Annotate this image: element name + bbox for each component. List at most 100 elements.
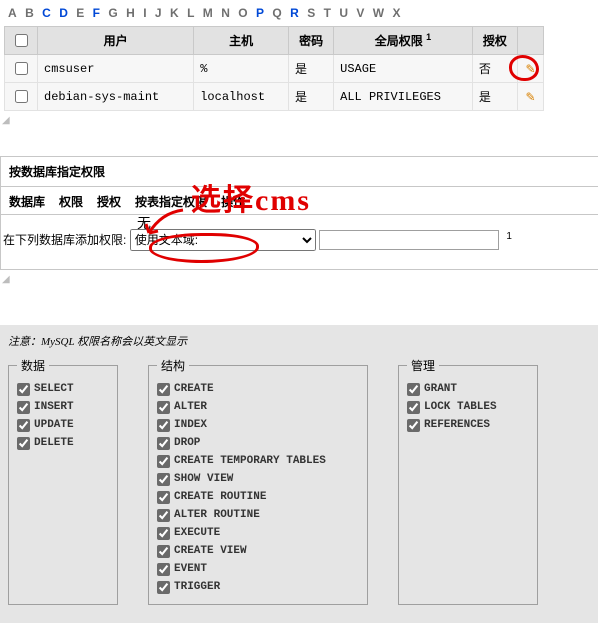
priv-checkbox[interactable]: [407, 383, 420, 396]
priv-label: SELECT: [34, 380, 74, 398]
priv-item[interactable]: SELECT: [17, 380, 107, 398]
priv-item[interactable]: EXECUTE: [157, 524, 357, 542]
cell-password: 是: [289, 83, 334, 111]
priv-item[interactable]: LOCK TABLES: [407, 398, 527, 416]
priv-item[interactable]: CREATE TEMPORARY TABLES: [157, 452, 357, 470]
priv-group-struct: 结构 CREATEALTERINDEXDROPCREATE TEMPORARY T…: [148, 357, 368, 605]
alphabet-letter-s: S: [307, 6, 315, 20]
cell-host: localhost: [194, 83, 289, 111]
users-header-host: 主机: [194, 27, 289, 55]
alphabet-letter-r[interactable]: R: [290, 6, 299, 20]
table-row: cmsuser%是USAGE否✎: [5, 55, 544, 83]
priv-checkbox[interactable]: [17, 419, 30, 432]
priv-checkbox[interactable]: [157, 437, 170, 450]
db-priv-section: 按数据库指定权限 数据库权限授权按表指定权限操作 无 在下列数据库添加权限: 使…: [0, 156, 598, 270]
db-priv-add-label: 在下列数据库添加权限:: [1, 231, 126, 248]
alphabet-letter-d[interactable]: D: [59, 6, 68, 20]
privileges-note: 注意：MySQL 权限名称会以英文显示: [8, 333, 590, 349]
db-priv-select[interactable]: 使用文本域:: [130, 229, 316, 251]
alphabet-letter-u: U: [339, 6, 348, 20]
priv-label: UPDATE: [34, 416, 74, 434]
privileges-section: 注意：MySQL 权限名称会以英文显示 数据SELECTINSERTUPDATE…: [0, 325, 598, 623]
priv-checkbox[interactable]: [157, 563, 170, 576]
priv-group-data: 数据SELECTINSERTUPDATEDELETE: [8, 357, 118, 605]
priv-checkbox[interactable]: [407, 419, 420, 432]
priv-item[interactable]: EVENT: [157, 560, 357, 578]
db-priv-tab[interactable]: 授权: [97, 193, 121, 210]
priv-checkbox[interactable]: [157, 581, 170, 594]
priv-label: DROP: [174, 434, 200, 452]
priv-label: EXECUTE: [174, 524, 220, 542]
priv-group-admin: 管理GRANTLOCK TABLESREFERENCES: [398, 357, 538, 605]
priv-checkbox[interactable]: [157, 455, 170, 468]
alphabet-letter-t: T: [324, 6, 331, 20]
users-header-edit: [518, 27, 544, 55]
alphabet-letter-f[interactable]: F: [93, 6, 100, 20]
alphabet-letter-l: L: [187, 6, 194, 20]
priv-checkbox[interactable]: [157, 473, 170, 486]
users-table: 用户 主机 密码 全局权限 1 授权 cmsuser%是USAGE否✎debia…: [4, 26, 544, 111]
alphabet-letter-c[interactable]: C: [42, 6, 51, 20]
priv-checkbox[interactable]: [157, 527, 170, 540]
users-header-user: 用户: [38, 27, 194, 55]
priv-checkbox[interactable]: [17, 401, 30, 414]
priv-checkbox[interactable]: [157, 383, 170, 396]
db-priv-header: 按数据库指定权限: [1, 157, 598, 187]
priv-item[interactable]: DELETE: [17, 434, 107, 452]
priv-checkbox[interactable]: [157, 419, 170, 432]
alphabet-letter-x: X: [393, 6, 401, 20]
db-priv-tab[interactable]: 权限: [59, 193, 83, 210]
db-priv-tabs: 数据库权限授权按表指定权限操作: [1, 187, 598, 215]
alphabet-letter-g: G: [108, 6, 117, 20]
users-header-password: 密码: [289, 27, 334, 55]
users-header-select: [5, 27, 38, 55]
priv-checkbox[interactable]: [157, 545, 170, 558]
priv-checkbox[interactable]: [17, 437, 30, 450]
priv-checkbox[interactable]: [157, 509, 170, 522]
db-priv-tab[interactable]: 操作: [221, 193, 245, 210]
db-priv-tab[interactable]: 数据库: [9, 193, 45, 210]
priv-checkbox[interactable]: [17, 383, 30, 396]
alphabet-letter-a: A: [8, 6, 17, 20]
cell-privileges: USAGE: [334, 55, 473, 83]
alphabet-letter-m: M: [203, 6, 213, 20]
db-priv-tab[interactable]: 按表指定权限: [135, 193, 207, 210]
priv-item[interactable]: REFERENCES: [407, 416, 527, 434]
priv-item[interactable]: INDEX: [157, 416, 357, 434]
priv-item[interactable]: CREATE: [157, 380, 357, 398]
alphabet-nav: ABCDEFGHIJKLMNOPQRSTUVWX: [0, 4, 602, 26]
priv-label: REFERENCES: [424, 416, 490, 434]
cell-password: 是: [289, 55, 334, 83]
priv-item[interactable]: GRANT: [407, 380, 527, 398]
priv-item[interactable]: ALTER: [157, 398, 357, 416]
users-header-global: 全局权限 1: [334, 27, 473, 55]
priv-item[interactable]: SHOW VIEW: [157, 470, 357, 488]
cell-user: cmsuser: [38, 55, 194, 83]
priv-label: INSERT: [34, 398, 74, 416]
priv-item[interactable]: ALTER ROUTINE: [157, 506, 357, 524]
cell-host: %: [194, 55, 289, 83]
priv-checkbox[interactable]: [407, 401, 420, 414]
priv-checkbox[interactable]: [157, 491, 170, 504]
priv-label: GRANT: [424, 380, 457, 398]
priv-item[interactable]: DROP: [157, 434, 357, 452]
priv-label: LOCK TABLES: [424, 398, 497, 416]
table-row: debian-sys-maintlocalhost是ALL PRIVILEGES…: [5, 83, 544, 111]
priv-item[interactable]: TRIGGER: [157, 578, 357, 596]
edit-icon[interactable]: ✎: [525, 62, 535, 76]
db-priv-text-input[interactable]: [319, 230, 499, 250]
select-all-checkbox[interactable]: [15, 34, 28, 47]
alphabet-letter-o: O: [238, 6, 247, 20]
db-priv-footnote: 1: [506, 231, 512, 242]
row-checkbox[interactable]: [15, 62, 28, 75]
priv-item[interactable]: INSERT: [17, 398, 107, 416]
row-checkbox[interactable]: [15, 90, 28, 103]
cell-privileges: ALL PRIVILEGES: [334, 83, 473, 111]
drag-handle-icon: ◢: [0, 111, 602, 126]
alphabet-letter-p[interactable]: P: [256, 6, 264, 20]
priv-item[interactable]: UPDATE: [17, 416, 107, 434]
priv-checkbox[interactable]: [157, 401, 170, 414]
edit-icon[interactable]: ✎: [525, 90, 535, 104]
priv-item[interactable]: CREATE ROUTINE: [157, 488, 357, 506]
priv-group-title: 结构: [157, 357, 189, 374]
